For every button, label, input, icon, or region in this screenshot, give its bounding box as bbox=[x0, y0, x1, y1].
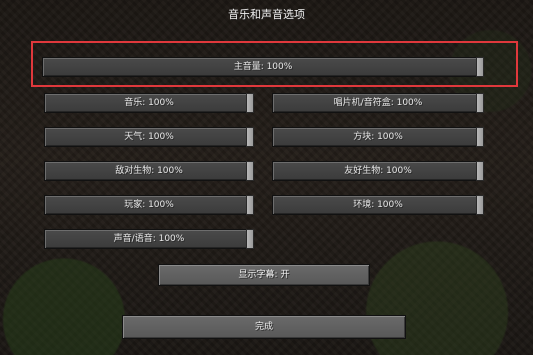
voice-volume-slider[interactable]: 声音/语音: 100% bbox=[44, 229, 254, 249]
master-volume-slider[interactable]: 主音量: 100% bbox=[42, 57, 484, 77]
blocks-volume-label: 方块: 100% bbox=[353, 132, 403, 142]
voice-volume-label: 声音/语音: 100% bbox=[113, 234, 185, 244]
music-volume-slider[interactable]: 音乐: 100% bbox=[44, 93, 254, 113]
players-volume-label: 玩家: 100% bbox=[124, 200, 174, 210]
slider-handle[interactable] bbox=[246, 229, 254, 249]
friendly-volume-slider[interactable]: 友好生物: 100% bbox=[272, 161, 484, 181]
weather-volume-label: 天气: 100% bbox=[124, 132, 174, 142]
slider-handle[interactable] bbox=[476, 93, 484, 113]
music-volume-label: 音乐: 100% bbox=[124, 98, 174, 108]
screen-title: 音乐和声音选项 bbox=[228, 8, 305, 21]
friendly-volume-label: 友好生物: 100% bbox=[344, 166, 412, 176]
players-volume-slider[interactable]: 玩家: 100% bbox=[44, 195, 254, 215]
hostile-volume-label: 敌对生物: 100% bbox=[115, 166, 183, 176]
slider-handle[interactable] bbox=[476, 195, 484, 215]
records-volume-label: 唱片机/音符盒: 100% bbox=[333, 98, 423, 108]
slider-handle[interactable] bbox=[476, 57, 484, 77]
subtitles-toggle-label: 显示字幕: 开 bbox=[238, 270, 290, 280]
slider-handle[interactable] bbox=[246, 161, 254, 181]
slider-handle[interactable] bbox=[476, 127, 484, 147]
ambient-volume-slider[interactable]: 环境: 100% bbox=[272, 195, 484, 215]
slider-handle[interactable] bbox=[246, 93, 254, 113]
records-volume-slider[interactable]: 唱片机/音符盒: 100% bbox=[272, 93, 484, 113]
ambient-volume-label: 环境: 100% bbox=[353, 200, 403, 210]
slider-handle[interactable] bbox=[246, 127, 254, 147]
weather-volume-slider[interactable]: 天气: 100% bbox=[44, 127, 254, 147]
subtitles-toggle-button[interactable]: 显示字幕: 开 bbox=[158, 264, 370, 286]
master-volume-label: 主音量: 100% bbox=[233, 62, 293, 72]
done-button[interactable]: 完成 bbox=[122, 315, 406, 339]
slider-handle[interactable] bbox=[476, 161, 484, 181]
hostile-volume-slider[interactable]: 敌对生物: 100% bbox=[44, 161, 254, 181]
blocks-volume-slider[interactable]: 方块: 100% bbox=[272, 127, 484, 147]
done-button-label: 完成 bbox=[254, 322, 273, 332]
slider-handle[interactable] bbox=[246, 195, 254, 215]
